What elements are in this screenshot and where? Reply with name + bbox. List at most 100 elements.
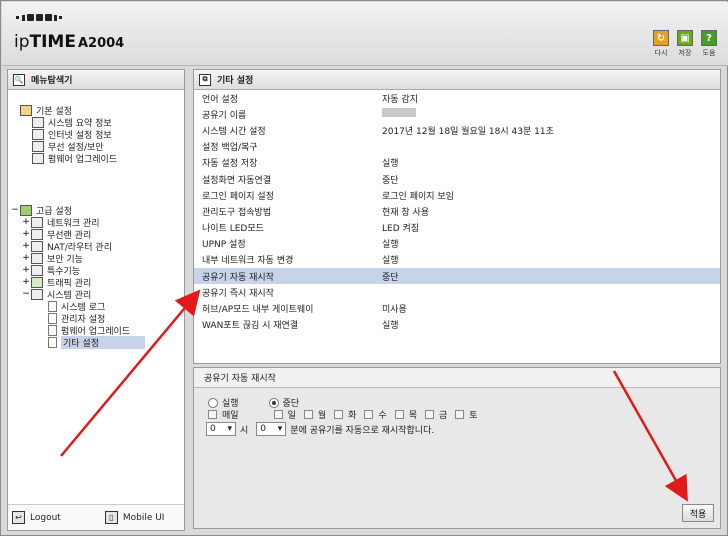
table-row[interactable]: UPNP 설정 실행 xyxy=(194,236,720,252)
table-row[interactable]: WAN포트 끊김 시 재연결 실행 xyxy=(194,317,720,333)
table-row-selected[interactable]: 공유기 자동 재시작 중단 xyxy=(194,268,720,285)
table-row[interactable]: 언어 설정 자동 감지 xyxy=(194,90,720,106)
help-icon: ? xyxy=(701,30,717,46)
day-checkbox-thu[interactable] xyxy=(394,410,404,419)
chevron-down-icon: ▾ xyxy=(227,424,232,434)
save-button[interactable]: ▣ 저장 xyxy=(676,30,694,58)
chevron-down-icon: ▾ xyxy=(277,424,283,434)
auto-restart-title: 공유기 자동 재시작 xyxy=(194,368,720,388)
traffic-icon xyxy=(31,276,43,288)
row-key: UPNP 설정 xyxy=(202,240,246,251)
row-value: 미사용 xyxy=(382,305,407,316)
row-value: 실행 xyxy=(382,321,399,332)
table-row[interactable]: 설정화면 자동연결 중단 xyxy=(194,171,720,187)
summary-icon xyxy=(32,116,44,128)
left-footer: ↩ Logout ▯ Mobile UI xyxy=(8,504,184,530)
restart-time-row: 0 ▾ 시 0 ▾ 분에 공유기를 자동으로 재시작합니다. xyxy=(206,422,434,436)
run-radio[interactable] xyxy=(208,397,218,408)
day-checkbox-fri[interactable] xyxy=(424,410,434,419)
internet-icon xyxy=(32,128,44,140)
collapse-icon[interactable]: − xyxy=(11,205,19,215)
table-row[interactable]: 나이트 LED모드 LED 켜짐 xyxy=(194,220,720,236)
row-value xyxy=(382,108,720,120)
row-value: 실행 xyxy=(382,240,399,251)
table-row[interactable]: 설정 백업/복구 xyxy=(194,139,720,155)
tree-item-security[interactable]: + 보안 기능 xyxy=(22,252,83,265)
day-checkbox-mon[interactable] xyxy=(303,410,313,419)
day-label: 화 xyxy=(348,411,357,421)
tree-item-system-summary[interactable]: 시스템 요약 정보 xyxy=(32,116,112,129)
expand-icon[interactable]: + xyxy=(22,217,30,227)
tree-item-misc-settings[interactable]: 기타 설정 xyxy=(48,335,145,349)
row-key: 관리도구 접속방법 xyxy=(202,207,272,218)
logout-button[interactable]: ↩ Logout xyxy=(12,511,61,524)
minute-select[interactable]: 0 ▾ xyxy=(256,422,287,436)
row-value: 현재 창 사용 xyxy=(382,207,430,218)
table-row[interactable]: 내부 네트워크 자동 변경 실행 xyxy=(194,252,720,268)
help-label: 도움 xyxy=(702,49,716,57)
tree-item-nat[interactable]: + NAT/라우터 관리 xyxy=(22,240,112,253)
day-checkbox-sat[interactable] xyxy=(455,410,465,419)
row-value: 중단 xyxy=(382,272,399,283)
refresh-button[interactable]: ↻ 다시 xyxy=(652,30,670,58)
row-key: 공유기 이름 xyxy=(202,110,247,121)
tree-item-system-log[interactable]: 시스템 로그 xyxy=(48,300,105,313)
tree-item-traffic[interactable]: + 트래픽 관리 xyxy=(22,276,91,289)
logo-model: A2004 xyxy=(77,36,125,51)
hour-select[interactable]: 0 ▾ xyxy=(206,422,236,436)
redacted-block xyxy=(382,108,416,118)
help-button[interactable]: ? 도움 xyxy=(700,30,718,58)
minute-suffix: 분에 공유기를 자동으로 재시작합니다. xyxy=(290,425,435,436)
tree-item-internet-info[interactable]: 인터넷 설정 정보 xyxy=(32,128,112,141)
refresh-label: 다시 xyxy=(654,49,668,57)
apply-button[interactable]: 적용 xyxy=(682,504,714,522)
page-icon xyxy=(48,336,57,348)
day-checkbox-sun[interactable] xyxy=(273,410,283,419)
expand-icon[interactable]: + xyxy=(22,229,30,239)
collapse-icon[interactable]: − xyxy=(22,289,30,299)
day-checkbox-wed[interactable] xyxy=(364,410,374,419)
tree-advanced-settings[interactable]: − 고급 설정 xyxy=(11,204,72,217)
expand-icon[interactable]: + xyxy=(22,277,30,287)
logo-brand: TIME xyxy=(29,32,76,52)
settings-list: 언어 설정 자동 감지 공유기 이름 시스템 시간 설정 2017년 12월 18일… xyxy=(194,90,720,333)
stop-radio[interactable] xyxy=(268,397,279,408)
tree-item-wireless-security[interactable]: 무선 설정/보안 xyxy=(32,140,104,153)
table-row[interactable]: 공유기 이름 xyxy=(194,106,720,122)
logo-prefix: ip xyxy=(14,32,30,52)
row-key: 공유기 자동 재시작 xyxy=(202,272,274,283)
expand-icon[interactable]: + xyxy=(22,241,30,251)
menu-explorer-title: 🔍 메뉴탐색기 xyxy=(8,70,184,90)
tree-item-admin[interactable]: 관리자 설정 xyxy=(48,312,105,325)
table-row[interactable]: 관리도구 접속방법 현재 창 사용 xyxy=(194,203,720,219)
daily-checkbox[interactable] xyxy=(208,410,217,419)
day-label: 일 xyxy=(287,411,296,421)
expand-icon[interactable]: + xyxy=(22,265,30,275)
tree-item-firmware-upgrade[interactable]: 펌웨어 업그레이드 xyxy=(48,324,130,337)
table-row[interactable]: 로그인 페이지 설정 로그인 페이지 보임 xyxy=(194,187,720,203)
auto-restart-panel: 공유기 자동 재시작 실행 중단 매일 일 월 화 수 목 금 토 0 ▾ 시 xyxy=(193,367,721,529)
table-row[interactable]: 허브/AP모드 내부 게이트웨이 미사용 xyxy=(194,300,720,316)
table-row[interactable]: 자동 설정 저장 실행 xyxy=(194,155,720,171)
row-key: 허브/AP모드 내부 게이트웨이 xyxy=(202,305,314,316)
row-key: 설정화면 자동연결 xyxy=(202,175,272,186)
day-label: 목 xyxy=(408,411,417,421)
day-checkbox-tue[interactable] xyxy=(334,410,344,419)
expand-icon[interactable]: + xyxy=(22,253,30,263)
window-icon: ⧉ xyxy=(199,73,211,86)
row-key: 자동 설정 저장 xyxy=(202,159,258,170)
tree-item-wlan[interactable]: + 무선랜 관리 xyxy=(22,228,91,241)
page-icon xyxy=(48,324,57,336)
table-row[interactable]: 공유기 즉시 재시작 xyxy=(194,284,720,300)
tree-item-network[interactable]: + 네트워크 관리 xyxy=(22,216,100,229)
table-row[interactable]: 시스템 시간 설정 2017년 12월 18일 월요일 18시 43분 11초 xyxy=(194,122,720,138)
header: ipTIME A2004 ↻ 다시 ▣ 저장 ? 도움 xyxy=(2,2,728,66)
day-label: 금 xyxy=(438,411,448,421)
tree-item-firmware[interactable]: 펌웨어 업그레이드 xyxy=(32,152,117,165)
tree-item-special[interactable]: + 특수기능 xyxy=(22,264,80,277)
mobile-ui-button[interactable]: ▯ Mobile UI xyxy=(104,511,164,524)
network-icon xyxy=(31,216,43,228)
tree-basic-settings[interactable]: 기본 설정 xyxy=(20,104,72,117)
tree-item-system[interactable]: − 시스템 관리 xyxy=(22,288,91,301)
lock-icon xyxy=(31,252,43,264)
